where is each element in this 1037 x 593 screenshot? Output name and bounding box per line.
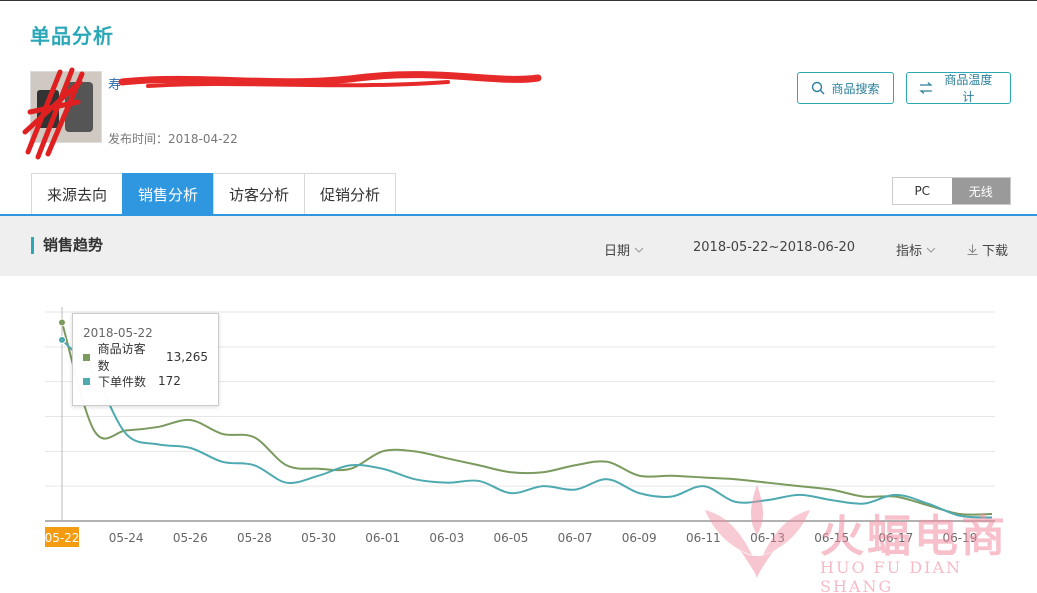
- product-image-part: [65, 82, 93, 132]
- date-selector[interactable]: 日期: [604, 240, 644, 259]
- tooltip-series-name: 商品访客数: [97, 342, 146, 373]
- tooltip-row: 下单件数 172: [83, 372, 208, 390]
- chart-x-tick-label: 06-15: [814, 531, 849, 545]
- product-name-link[interactable]: 寿: [108, 74, 548, 92]
- publish-time: 发布时间：2018-04-22: [108, 130, 238, 147]
- swap-arrows-icon: [919, 82, 933, 94]
- download-icon: [967, 244, 978, 255]
- chart-data-point: [58, 335, 66, 344]
- section-title: 销售趋势: [31, 237, 103, 254]
- window-top-edge: [0, 0, 1037, 1]
- chart-x-tick-label: 06-05: [494, 531, 529, 545]
- metric-selector-label: 指标: [896, 244, 923, 259]
- tooltip-series-value: 172: [158, 374, 181, 388]
- metric-selector[interactable]: 指标: [896, 240, 936, 259]
- analysis-tabs: 来源去向 销售分析 访客分析 促销分析: [31, 173, 397, 215]
- product-search-label: 商品搜索: [831, 81, 880, 96]
- tab-source[interactable]: 来源去向: [31, 173, 124, 215]
- tooltip-row: 商品访客数 13,265: [83, 342, 208, 373]
- date-range[interactable]: 2018-05-22~2018-06-20: [693, 240, 855, 255]
- download-label: 下载: [982, 244, 1009, 259]
- tooltip-date: 2018-05-22: [83, 326, 153, 340]
- date-selector-label: 日期: [604, 244, 631, 259]
- chart-x-tick-label: 06-07: [558, 531, 593, 545]
- tooltip-swatch: [83, 377, 90, 385]
- product-search-button[interactable]: 商品搜索: [797, 72, 894, 104]
- chart-x-tick-label: 06-19: [942, 531, 977, 545]
- chart-x-tick-label: 06-03: [429, 531, 464, 545]
- chart-data-point: [58, 318, 66, 327]
- chart-x-tick-label: 05-22: [45, 531, 80, 545]
- tooltip-swatch: [83, 353, 90, 361]
- product-thumbnail[interactable]: [30, 71, 102, 143]
- device-option-pc[interactable]: PC: [893, 178, 952, 204]
- chart-x-tick-label: 06-09: [622, 531, 657, 545]
- tab-promotion[interactable]: 促销分析: [304, 173, 397, 215]
- chart-x-tick-label: 06-13: [750, 531, 785, 545]
- sales-trend-header: 销售趋势 日期 2018-05-22~2018-06-20 指标 下载: [0, 216, 1037, 276]
- chart-x-tick-label: 05-28: [237, 531, 272, 545]
- tooltip-series-name: 下单件数: [98, 374, 147, 389]
- download-button[interactable]: 下载: [967, 240, 1008, 259]
- chart-x-tick-label: 06-01: [365, 531, 400, 545]
- tooltip-series-value: 13,265: [166, 350, 208, 364]
- publish-time-label: 发布时间：: [108, 132, 169, 146]
- chart-tooltip: 2018-05-22 商品访客数 13,265 下单件数 172: [72, 313, 219, 406]
- device-option-wireless[interactable]: 无线: [951, 178, 1010, 204]
- chart-x-tick-label: 05-30: [301, 531, 336, 545]
- publish-time-value: 2018-04-22: [168, 132, 238, 146]
- chart-x-tick-label: 06-17: [878, 531, 913, 545]
- page-title: 单品分析: [30, 24, 114, 48]
- product-thermometer-button[interactable]: 商品温度计: [906, 72, 1011, 104]
- product-image-part: [37, 90, 59, 128]
- chart-x-tick-label: 06-11: [686, 531, 721, 545]
- chart-x-tick-label: 05-24: [109, 531, 144, 545]
- device-toggle: PC 无线: [892, 177, 1011, 205]
- chevron-down-icon: [634, 247, 644, 253]
- chart-x-tick-label: 05-26: [173, 531, 208, 545]
- product-thermometer-label: 商品温度计: [944, 73, 993, 104]
- search-icon: [812, 81, 825, 95]
- tab-sales[interactable]: 销售分析: [122, 173, 215, 215]
- chevron-down-icon: [926, 247, 936, 253]
- tab-visitors[interactable]: 访客分析: [213, 173, 306, 215]
